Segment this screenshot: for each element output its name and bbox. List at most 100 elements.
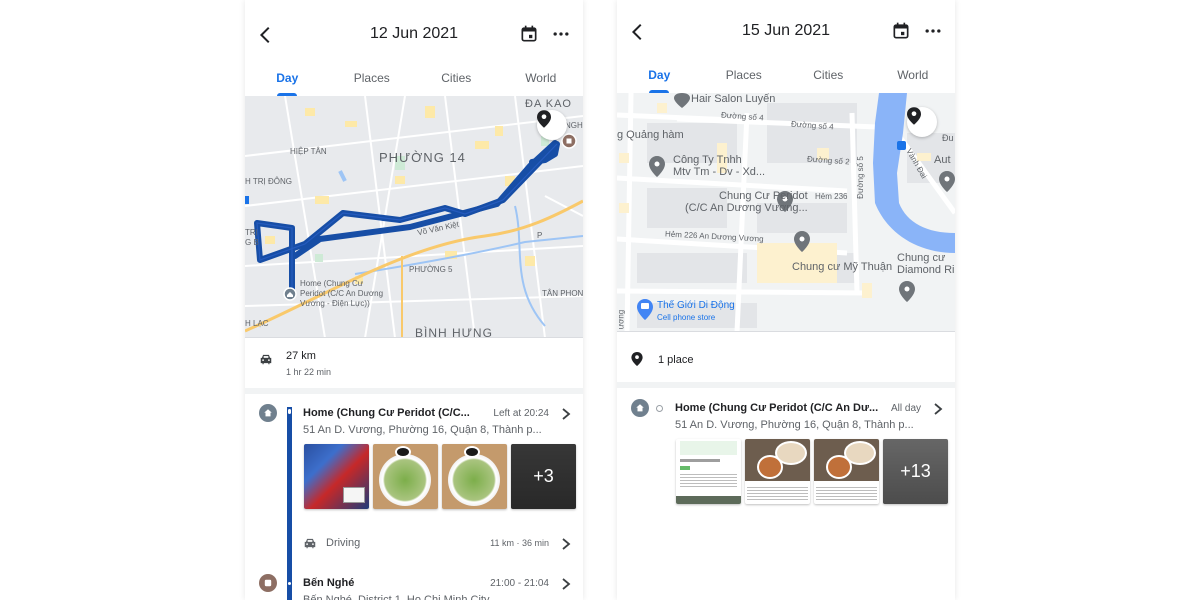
timeline-dot (656, 405, 663, 412)
photo-strip: +3 (304, 444, 576, 509)
map-label-line: (C/C An Dương Vương... (685, 202, 808, 214)
tab-places[interactable]: Places (702, 65, 787, 95)
map-home-label-line: Vương - Điện Lực)) (300, 299, 370, 308)
map-label-phuong-5: PHƯỜNG 5 (409, 265, 453, 274)
map-pin-icon (907, 107, 921, 125)
timeline-screen-12-jun: 12 Jun 2021 Day Places Cities World ĐA K… (245, 0, 583, 600)
places-count: 1 place (658, 354, 694, 366)
timeline-entry-home[interactable]: Home (Chung Cư Peridot (C/C... Left at 2… (245, 400, 583, 530)
photo-detail (464, 446, 480, 458)
chevron-right-icon[interactable] (561, 408, 571, 420)
photo-detail (448, 454, 500, 506)
stop-icon (264, 579, 272, 587)
photo-strip: +13 (676, 439, 948, 504)
tab-cities[interactable]: Cities (786, 65, 871, 95)
entry-title[interactable]: Home (Chung Cư Peridot (C/C An Dư... (675, 402, 878, 414)
map-label-hiep-tan: HIỆP TÂN (290, 147, 327, 156)
map-label-aut: Aut (934, 154, 951, 166)
places-map[interactable]: Hair Salon Luyến Đường số 4 Đường số 4 g… (617, 93, 955, 332)
map-label-binh-tri-dong: H TRỊ ĐÔNG (245, 177, 292, 186)
chevron-right-icon[interactable] (561, 538, 571, 550)
tab-bar: Day Places Cities World (617, 65, 955, 95)
photo-thumbnail[interactable] (814, 439, 879, 504)
tab-world[interactable]: World (499, 68, 584, 98)
photo-more-count: +3 (511, 444, 576, 509)
top-bar: 15 Jun 2021 (617, 0, 955, 60)
more-options-icon[interactable] (551, 24, 571, 44)
map-pin-icon (537, 110, 551, 128)
map-label-phuong-14: PHƯỜNG 14 (379, 150, 466, 165)
tab-places[interactable]: Places (330, 68, 415, 98)
photo-detail (379, 454, 431, 506)
home-icon (636, 404, 644, 412)
route-map[interactable]: ĐA KAO PHƯỜNG 14 HIỆP TÂN H TRỊ ĐÔNG TRỊ… (245, 96, 583, 338)
car-icon (304, 538, 316, 549)
photo-detail (680, 466, 690, 470)
photo-thumbnail[interactable] (442, 444, 507, 509)
timeline-entry-driving[interactable]: Driving 11 km · 36 min (245, 532, 583, 556)
chevron-right-icon[interactable] (561, 578, 571, 590)
photo-more-count: +13 (883, 439, 948, 504)
photo-detail (680, 441, 737, 455)
photo-more-button[interactable]: +3 (511, 444, 576, 509)
calendar-icon[interactable] (891, 21, 911, 41)
entry-title[interactable]: Home (Chung Cư Peridot (C/C... (303, 407, 470, 419)
map-label-cong-ty: Công Ty Tnhh Mtv Tm - Dv - Xd... (673, 154, 765, 178)
entry-time: Left at 20:24 (493, 408, 549, 419)
entry-address: Bến Nghé, District 1, Ho Chi Minh City (303, 594, 490, 600)
tab-bar: Day Places Cities World (245, 68, 583, 98)
timeline-entry-home[interactable]: Home (Chung Cư Peridot (C/C An Dư... All… (617, 396, 955, 516)
photo-detail (826, 455, 852, 479)
trip-distance: 27 km (286, 350, 316, 362)
entry-time: All day (890, 403, 921, 414)
calendar-icon[interactable] (519, 24, 539, 44)
map-label-peridot: Chung Cư Peridot (C/C An Dương Vương... (685, 190, 808, 214)
map-label-hair-salon: Hair Salon Luyến (691, 93, 776, 105)
map-label-quang-ham: g Quảng hàm (617, 129, 684, 141)
map-label-the-gioi-di-dong: Thế Giới Di Động (657, 300, 735, 311)
map-home-label-line: Peridot (C/C An Dương (300, 289, 384, 298)
map-label-duong-so-5: Đường số 5 (855, 156, 865, 199)
photo-detail (676, 496, 741, 504)
chevron-right-icon[interactable] (933, 403, 943, 415)
map-label-h-lac: H LẠC (245, 319, 269, 328)
entry-address: 51 An D. Vương, Phường 16, Quận 8, Thành… (675, 419, 914, 431)
more-options-icon[interactable] (923, 21, 943, 41)
pin-icon (631, 352, 643, 366)
map-label-cell-phone-store: Cell phone store (657, 313, 716, 322)
map-label-da-kao: ĐA KAO (525, 98, 572, 110)
photo-thumbnail[interactable] (676, 439, 741, 504)
home-badge (259, 404, 277, 422)
tab-world[interactable]: World (871, 65, 956, 95)
map-pin-button[interactable] (907, 107, 937, 137)
tab-cities[interactable]: Cities (414, 68, 499, 98)
entry-title[interactable]: Bến Nghé (303, 577, 354, 589)
map-pin-button[interactable] (537, 110, 567, 140)
photo-detail (747, 487, 808, 501)
map-label-my-thuan: Chung cư Mỹ Thuận (792, 261, 893, 273)
entry-time: 21:00 - 21:04 (490, 578, 549, 589)
map-canvas (245, 96, 583, 337)
trip-summary: 27 km 1 hr 22 min (245, 338, 583, 394)
map-label-line: Mtv Tm - Dv - Xd... (673, 166, 766, 178)
map-label-p: P (537, 231, 543, 240)
photo-detail (680, 459, 720, 462)
tab-day[interactable]: Day (617, 65, 702, 95)
map-label-hem-236: Hẻm 236 (815, 192, 848, 201)
photo-thumbnail[interactable] (304, 444, 369, 509)
photo-thumbnail[interactable] (373, 444, 438, 509)
timeline-entry-ben-nghe[interactable]: Bến Nghé 21:00 - 21:04 Bến Nghé, Distric… (245, 572, 583, 600)
map-label-line: Chung cư (897, 252, 946, 264)
photo-thumbnail[interactable] (745, 439, 810, 504)
photo-more-button[interactable]: +13 (883, 439, 948, 504)
map-label-line: Diamond Ri (897, 264, 955, 276)
photo-detail (395, 446, 411, 458)
tab-day[interactable]: Day (245, 68, 330, 98)
photo-detail (680, 474, 737, 488)
top-bar: 12 Jun 2021 (245, 0, 583, 60)
home-badge (631, 399, 649, 417)
photo-detail (816, 487, 877, 501)
driving-detail: 11 km · 36 min (490, 538, 549, 548)
trip-duration: 1 hr 22 min (286, 367, 332, 377)
car-icon (260, 354, 272, 365)
